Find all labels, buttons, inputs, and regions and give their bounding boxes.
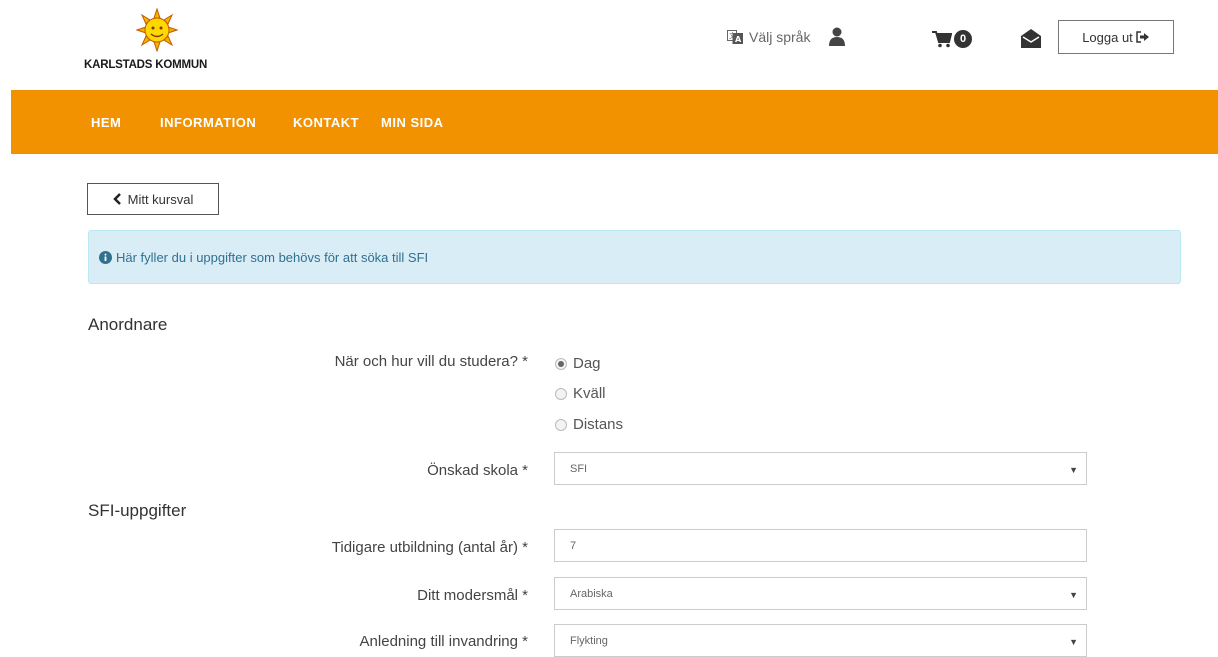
- user-icon[interactable]: [829, 27, 845, 47]
- study-label: När och hur vill du studera? *: [334, 353, 528, 370]
- education-label: Tidigare utbildning (antal år) *: [331, 539, 528, 556]
- school-select-value: SFI: [570, 462, 588, 475]
- radio-kvall[interactable]: Kväll: [555, 385, 606, 402]
- info-alert: Här fyller du i uppgifter som behövs för…: [88, 230, 1181, 284]
- nav-item-min-sida[interactable]: MIN SIDA: [381, 115, 444, 130]
- caret-down-icon: ▼: [1069, 637, 1078, 647]
- radio-dag[interactable]: Dag: [555, 355, 601, 372]
- immigration-value: Flykting: [570, 634, 608, 647]
- info-alert-text: Här fyller du i uppgifter som behövs för…: [116, 249, 429, 265]
- radio-button-kvall[interactable]: [555, 387, 567, 400]
- education-input[interactable]: 7: [554, 529, 1087, 562]
- cart-button[interactable]: 0: [932, 30, 972, 48]
- school-label: Önskad skola *: [427, 462, 528, 479]
- chevron-left-icon: [112, 193, 121, 205]
- logo-text: KARLSTADS KOMMUN: [84, 59, 208, 71]
- cart-count-badge: 0: [954, 30, 972, 48]
- radio-distans[interactable]: Distans: [555, 416, 623, 433]
- nav-item-information[interactable]: INFORMATION: [160, 115, 256, 130]
- caret-down-icon: ▼: [1069, 590, 1078, 600]
- logout-button[interactable]: Logga ut: [1058, 20, 1174, 54]
- section-title-sfi: SFI-uppgifter: [88, 501, 187, 520]
- immigration-select[interactable]: Flykting ▼: [554, 624, 1087, 657]
- mother-tongue-value: Arabiska: [570, 587, 613, 600]
- sun-logo-icon: [136, 8, 178, 52]
- translate-icon: 文 A: [727, 30, 743, 44]
- nav-item-kontakt[interactable]: KONTAKT: [293, 115, 359, 130]
- caret-down-icon: ▼: [1069, 465, 1078, 475]
- radio-label-distans: Distans: [573, 416, 624, 433]
- back-button[interactable]: Mitt kursval: [87, 183, 219, 215]
- svg-text:A: A: [735, 35, 742, 44]
- mother-tongue-label: Ditt modersmål *: [417, 587, 528, 604]
- envelope-icon[interactable]: [1020, 28, 1042, 50]
- language-selector[interactable]: 文 A Välj språk: [727, 29, 810, 45]
- radio-button-distans[interactable]: [555, 418, 567, 431]
- section-title-anordnare: Anordnare: [88, 315, 168, 334]
- sign-out-icon: [1136, 31, 1149, 43]
- language-label: Välj språk: [749, 29, 811, 45]
- radio-button-dag[interactable]: [555, 357, 567, 370]
- radio-label-dag: Dag: [573, 355, 601, 372]
- main-nav: HEM INFORMATION KONTAKT MIN SIDA: [11, 90, 1218, 154]
- school-select[interactable]: SFI ▼: [554, 452, 1087, 485]
- radio-label-kvall: Kväll: [573, 385, 606, 402]
- logo[interactable]: KARLSTADS KOMMUN: [84, 8, 234, 78]
- nav-item-hem[interactable]: HEM: [91, 115, 121, 130]
- logout-label: Logga ut: [1082, 29, 1133, 45]
- immigration-label: Anledning till invandring *: [359, 633, 528, 650]
- mother-tongue-select[interactable]: Arabiska ▼: [554, 577, 1087, 610]
- education-input-value: 7: [570, 539, 577, 552]
- info-circle-icon: [99, 250, 112, 264]
- back-button-label: Mitt kursval: [127, 191, 194, 207]
- cart-icon: [932, 31, 952, 48]
